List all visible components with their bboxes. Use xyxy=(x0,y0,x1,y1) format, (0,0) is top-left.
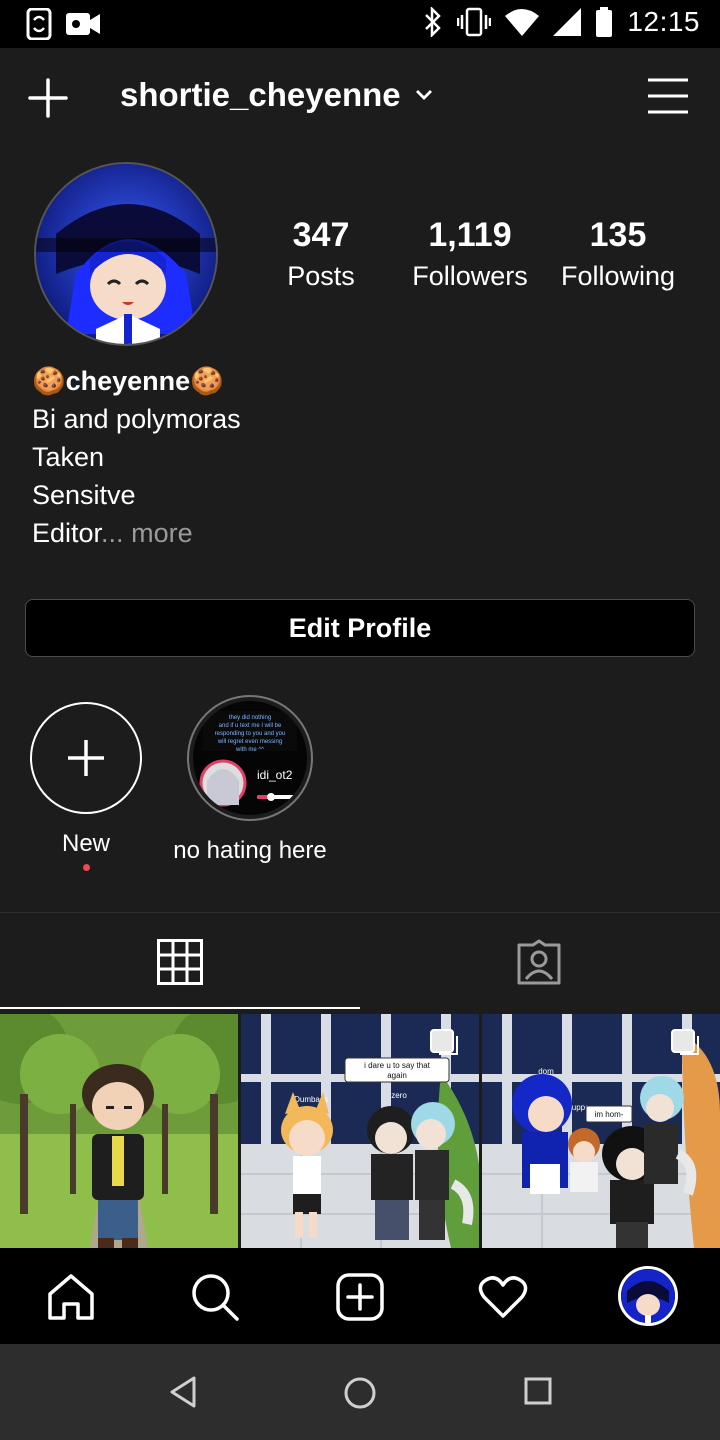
status-bar: 12:15 xyxy=(0,0,720,48)
highlight-new-circle xyxy=(30,702,142,814)
thumb-caption: they did nothing xyxy=(229,715,271,721)
plus-icon xyxy=(68,740,104,776)
svg-text:again: again xyxy=(387,1071,407,1080)
active-tab-indicator xyxy=(0,1007,360,1009)
video-record-icon xyxy=(66,13,100,35)
posts-value: 347 xyxy=(292,216,350,254)
tab-tagged[interactable] xyxy=(360,913,720,1009)
svg-text:and if u text me I will be: and if u text me I will be xyxy=(219,723,282,729)
tagged-person-icon xyxy=(517,939,561,985)
username-switcher[interactable]: shortie_cheyenne xyxy=(120,76,433,114)
phone-sync-icon xyxy=(26,8,52,40)
post-caption: i dare u to say that xyxy=(364,1061,431,1070)
profile-tabs xyxy=(0,913,720,1009)
top-bar: shortie_cheyenne xyxy=(0,48,720,144)
notification-dot xyxy=(82,864,90,871)
multiple-photos-icon xyxy=(671,1029,695,1053)
svg-text:with me ^^: with me ^^ xyxy=(235,747,264,753)
post-thumbnail[interactable]: dom upper zero im hom- xyxy=(482,1014,720,1248)
tab-grid[interactable] xyxy=(0,913,360,1009)
bio-line-truncated: Editor... more xyxy=(32,518,193,548)
bottom-nav xyxy=(0,1248,720,1344)
bluetooth-icon xyxy=(425,7,442,37)
bio-line: Taken xyxy=(32,442,105,472)
highlight-thumb: they did nothing and if u text me I will… xyxy=(187,695,313,821)
new-post-icon[interactable] xyxy=(335,1272,385,1322)
hamburger-menu-icon[interactable] xyxy=(646,76,690,116)
grid-icon xyxy=(157,939,203,985)
bio-line: Sensitve xyxy=(32,480,136,510)
chevron-down-icon xyxy=(415,90,432,100)
display-name: 🍪cheyenne🍪 xyxy=(32,366,224,396)
username: shortie_cheyenne xyxy=(120,76,401,113)
profile-avatar[interactable] xyxy=(34,162,218,346)
svg-text:responding to you and you: responding to you and you xyxy=(215,731,286,737)
status-time: 12:15 xyxy=(627,6,700,37)
following-count[interactable]: 135 Following xyxy=(555,216,681,292)
home-circle-icon[interactable] xyxy=(343,1376,377,1410)
heart-icon[interactable] xyxy=(478,1272,528,1322)
multiple-photos-icon xyxy=(430,1029,454,1053)
edit-profile-button[interactable]: Edit Profile xyxy=(25,599,695,657)
search-icon[interactable] xyxy=(190,1272,240,1322)
post-thumbnail[interactable]: i dare u to say that again Dumbass zero xyxy=(241,1014,479,1248)
post-name-tag: zero xyxy=(391,1091,407,1100)
highlight-label: New xyxy=(61,830,110,857)
wifi-icon xyxy=(505,9,540,36)
posts-label: Posts xyxy=(287,261,355,291)
thumb-user: idi_ot2 xyxy=(257,768,293,782)
plus-icon[interactable] xyxy=(26,76,70,120)
followers-label: Followers xyxy=(412,261,528,291)
back-icon[interactable] xyxy=(168,1376,198,1408)
svg-text:will regret even messing: will regret even messing xyxy=(217,739,282,745)
post-caption: im hom- xyxy=(595,1110,624,1119)
recents-icon[interactable] xyxy=(524,1376,552,1406)
followers-value: 1,119 xyxy=(428,216,512,254)
system-nav-bar xyxy=(0,1344,720,1440)
followers-count[interactable]: 1,119 Followers xyxy=(400,216,540,292)
home-icon[interactable] xyxy=(46,1272,96,1322)
bio-more-link[interactable]: more xyxy=(131,518,193,548)
highlight-label: no hating here xyxy=(173,837,327,864)
highlight-new[interactable]: New xyxy=(30,702,142,871)
cell-signal-icon xyxy=(553,8,582,36)
post-thumbnail[interactable] xyxy=(0,1014,238,1248)
posts-grid: i dare u to say that again Dumbass zero xyxy=(0,1014,720,1248)
following-label: Following xyxy=(560,261,676,291)
highlight-no-hating-here[interactable]: they did nothing and if u text me I will… xyxy=(172,695,328,865)
following-value: 135 xyxy=(589,216,647,254)
profile-avatar-icon[interactable] xyxy=(618,1266,678,1326)
vibrate-icon xyxy=(457,7,492,37)
battery-icon xyxy=(596,7,613,37)
bio-line: Bi and polymoras xyxy=(32,404,241,434)
posts-count[interactable]: 347 Posts xyxy=(270,216,372,292)
bio: 🍪cheyenne🍪 Bi and polymoras Taken Sensit… xyxy=(32,362,241,552)
profile-screen: shortie_cheyenne 347 Posts 1,119 Followe… xyxy=(0,48,720,1248)
bio-ellipsis: ... xyxy=(101,518,124,548)
